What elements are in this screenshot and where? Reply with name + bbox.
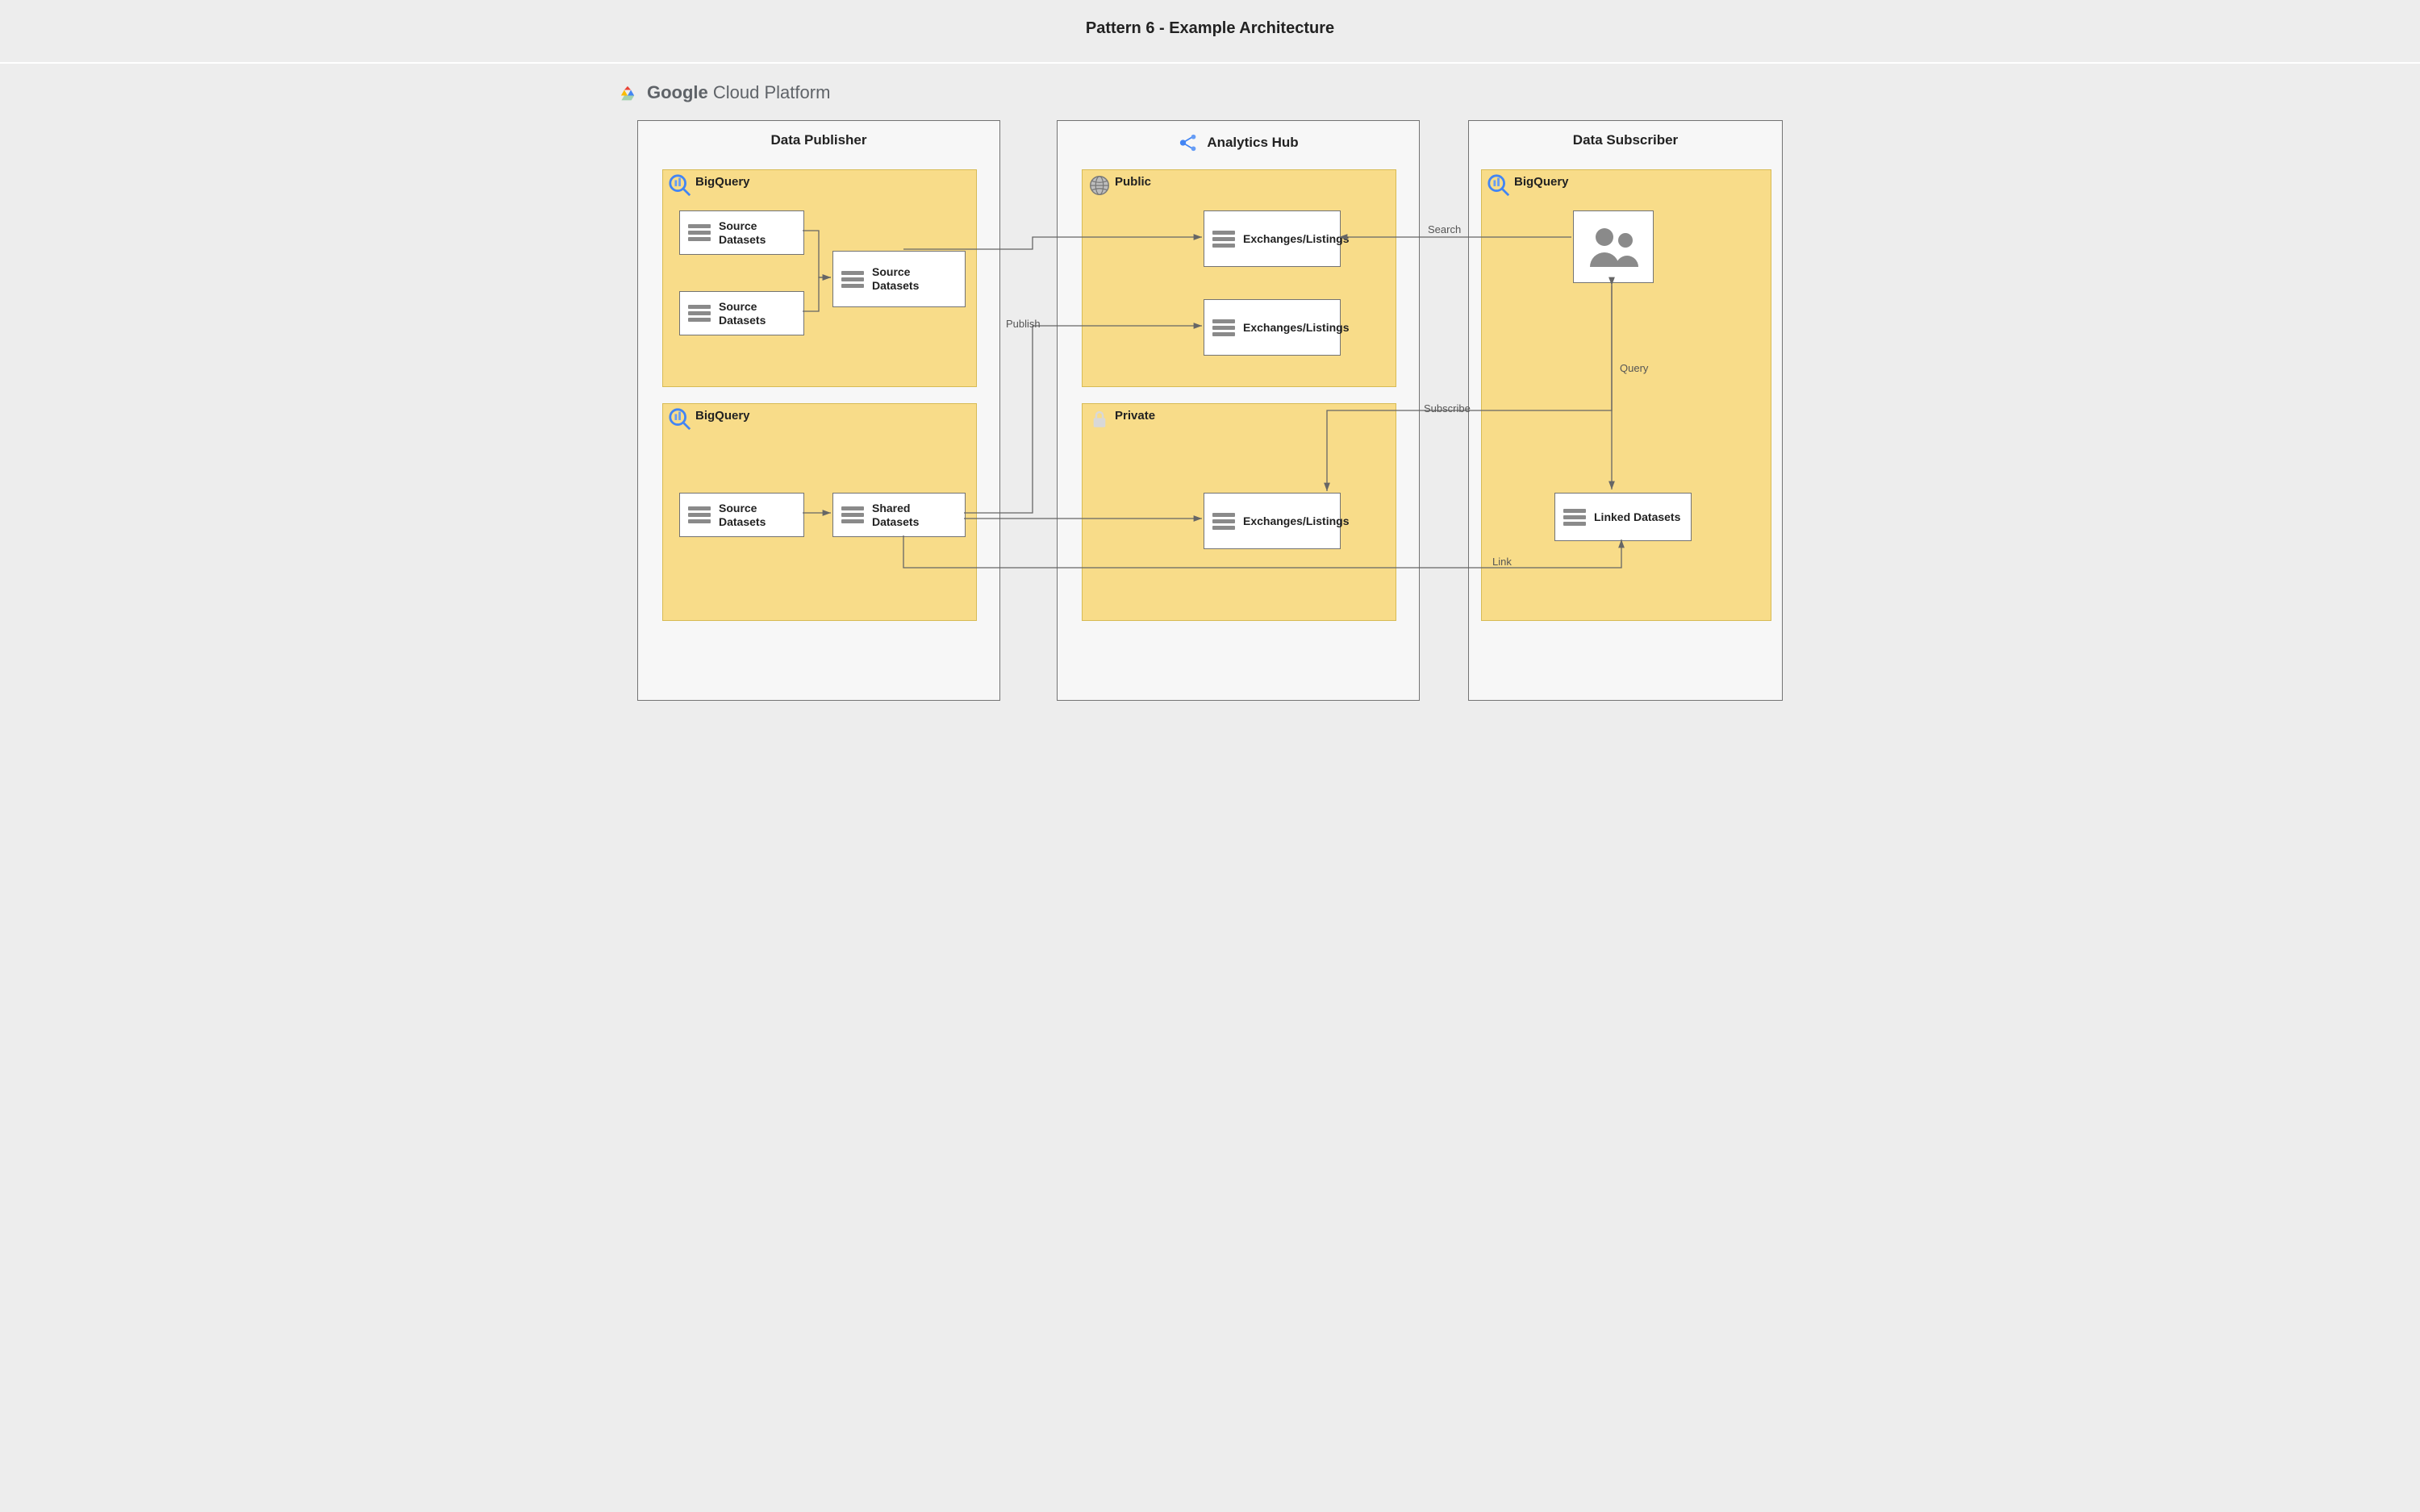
box-exchanges-public-2: Exchanges/Listings [1204,299,1341,356]
group-subscriber-title: Data Subscriber [1469,121,1782,158]
share-icon [1178,132,1199,153]
google-cloud-icon [616,81,639,104]
edge-query: Query [1620,362,1648,374]
group-analytics-hub: Analytics Hub Public Exchanges/Listings … [1057,120,1420,701]
database-icon [688,222,711,244]
diagram-canvas: Google Cloud Platform Data Publisher Big… [605,64,1815,769]
box-label: Exchanges/Listings [1243,321,1349,335]
box-label: Linked Datasets [1594,510,1680,524]
database-icon [1563,506,1586,528]
edge-subscribe: Subscribe [1424,402,1471,414]
database-icon [841,504,864,526]
lock-icon [1089,409,1110,430]
bigquery-icon [668,407,692,431]
bigquery-icon [668,173,692,198]
box-source-datasets-2: Source Datasets [679,291,804,335]
group-publisher: Data Publisher BigQuery Source Datasets … [637,120,1000,701]
brand-cloud: Cloud Platform [713,82,831,102]
group-hub-title: Analytics Hub [1058,121,1419,163]
box-label: Source Datasets [719,300,794,327]
edge-publish: Publish [1006,318,1041,330]
panel-publisher-bq-bottom: BigQuery Source Datasets Shared Datasets [662,403,977,621]
group-publisher-title: Data Publisher [638,121,999,158]
hub-title-text: Analytics Hub [1207,135,1298,151]
box-label: Source Datasets [719,502,794,529]
database-icon [688,302,711,324]
panel-label-subscriber-bq: BigQuery [1514,175,1569,189]
panel-subscriber-bq: BigQuery Linked Datasets [1481,169,1771,621]
database-icon [841,269,864,290]
box-label: Source Datasets [872,265,955,293]
edge-link: Link [1492,556,1512,568]
panel-label-public: Public [1115,175,1151,189]
edge-search: Search [1428,223,1461,235]
box-label: Exchanges/Listings [1243,514,1349,528]
box-label: Shared Datasets [872,502,955,529]
box-label: Exchanges/Listings [1243,232,1349,246]
users-icon [1585,223,1642,271]
database-icon [1212,317,1235,339]
database-icon [1212,228,1235,250]
box-source-datasets-merged: Source Datasets [832,251,966,307]
bigquery-icon [1487,173,1511,198]
panel-label-bq-bottom: BigQuery [695,409,750,423]
brand-google: Google [647,82,708,102]
box-exchanges-public-1: Exchanges/Listings [1204,210,1341,267]
panel-hub-private: Private Exchanges/Listings [1082,403,1396,621]
panel-label-bq-top: BigQuery [695,175,750,189]
gcp-brand: Google Cloud Platform [616,81,830,104]
globe-icon [1087,173,1112,198]
box-source-datasets-bottom: Source Datasets [679,493,804,537]
group-subscriber: Data Subscriber BigQuery Linked Datasets [1468,120,1783,701]
box-users [1573,210,1654,283]
panel-label-private: Private [1115,409,1155,423]
box-source-datasets-1: Source Datasets [679,210,804,255]
box-label: Source Datasets [719,219,794,247]
panel-publisher-bq-top: BigQuery Source Datasets Source Datasets… [662,169,977,387]
panel-hub-public: Public Exchanges/Listings Exchanges/List… [1082,169,1396,387]
page-title: Pattern 6 - Example Architecture [0,0,2420,64]
box-linked-datasets: Linked Datasets [1554,493,1692,541]
database-icon [688,504,711,526]
box-shared-datasets: Shared Datasets [832,493,966,537]
database-icon [1212,510,1235,532]
box-exchanges-private: Exchanges/Listings [1204,493,1341,549]
